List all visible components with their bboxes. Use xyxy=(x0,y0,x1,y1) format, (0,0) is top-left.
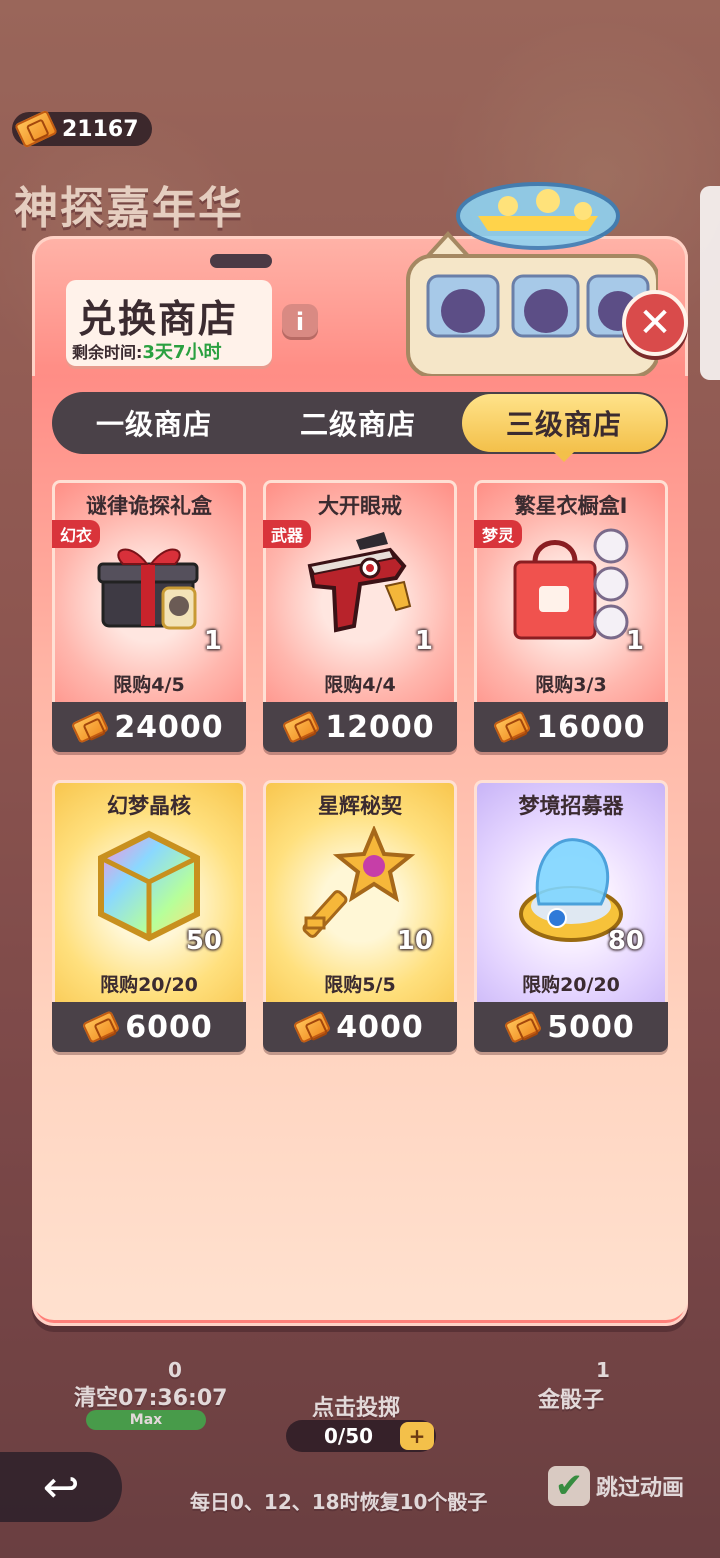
item-name: 星辉秘契 xyxy=(318,794,402,818)
item-count: 10 xyxy=(396,926,433,956)
item-price: 24000 xyxy=(114,709,224,745)
tab-level-2[interactable]: 二级商店 xyxy=(256,392,460,454)
purchase-limit: 限购4/5 xyxy=(113,674,185,696)
event-title: 神探嘉年华 xyxy=(14,183,244,234)
dice-count-pill: 0/50 + xyxy=(286,1420,436,1452)
price-bar: 6000 xyxy=(52,1002,246,1052)
ticket-icon xyxy=(504,1010,543,1044)
remaining-time: 剩余时间:3天7小时 xyxy=(72,338,221,364)
item-card[interactable]: 幻梦晶核 50 限购20/20 6000 xyxy=(52,780,246,1052)
item-count: 1 xyxy=(414,626,433,656)
item-price: 5000 xyxy=(547,1009,635,1045)
ticket-icon xyxy=(293,1010,332,1044)
item-name: 大开眼戒 xyxy=(318,494,402,518)
purchase-limit: 限购4/4 xyxy=(324,674,396,696)
clear-dice-count: 0 xyxy=(168,1358,182,1382)
side-scroll-handle[interactable] xyxy=(700,186,720,380)
close-icon: ✕ xyxy=(638,300,672,346)
dice-count: 0/50 xyxy=(324,1424,374,1448)
checkbox-icon[interactable]: ✔ xyxy=(548,1466,590,1506)
currency-display: 21167 xyxy=(12,109,152,149)
item-price: 12000 xyxy=(325,709,435,745)
item-price: 6000 xyxy=(125,1009,213,1045)
tab-level-3[interactable]: 三级商店 xyxy=(462,394,666,462)
shop-title-box: 兑换商店 剩余时间:3天7小时 xyxy=(66,280,272,366)
dice-recovery-hint: 每日0、12、18时恢复10个骰子 xyxy=(190,1490,488,1514)
pistol-icon xyxy=(307,532,412,633)
item-name: 谜律诡探礼盒 xyxy=(86,494,212,518)
price-bar: 12000 xyxy=(263,702,457,752)
item-count: 50 xyxy=(185,926,222,956)
item-count: 1 xyxy=(203,626,222,656)
item-card[interactable]: 星辉秘契 10 限购5/5 4000 xyxy=(263,780,457,1052)
price-bar: 4000 xyxy=(263,1002,457,1052)
currency-amount: 21167 xyxy=(62,116,139,142)
item-card[interactable]: 繁星衣橱盒Ⅰ 梦灵 1 限购3/3 16000 xyxy=(474,480,668,752)
gold-dice-count: 1 xyxy=(596,1358,610,1382)
purchase-limit: 限购20/20 xyxy=(522,974,620,996)
clear-timer: 清空07:36:07 xyxy=(74,1386,228,1411)
item-name: 梦境招募器 xyxy=(518,794,624,818)
item-card[interactable]: 谜律诡探礼盒 幻衣 1 限购4/5 24000 xyxy=(52,480,246,752)
ticket-icon xyxy=(71,710,110,744)
item-count: 1 xyxy=(625,626,644,656)
max-bar: Max xyxy=(86,1410,206,1430)
price-bar: 16000 xyxy=(474,702,668,752)
roll-label[interactable]: 点击投掷 xyxy=(312,1390,400,1422)
purchase-limit: 限购20/20 xyxy=(100,974,198,996)
skip-animation-toggle[interactable]: ✔ 跳过动画 xyxy=(548,1466,684,1506)
cat-van-illustration xyxy=(406,182,658,376)
ticket-icon xyxy=(493,710,532,744)
info-button[interactable]: i xyxy=(282,304,318,340)
ticket-icon xyxy=(282,710,321,744)
item-price: 16000 xyxy=(536,709,646,745)
item-name: 繁星衣橱盒Ⅰ xyxy=(514,494,628,518)
shop-title: 兑换商店 xyxy=(78,296,239,341)
ticket-icon xyxy=(14,109,58,149)
item-price: 4000 xyxy=(336,1009,424,1045)
tab-level-1[interactable]: 一级商店 xyxy=(52,392,256,454)
shop-tabs: 一级商店 二级商店 三级商店 xyxy=(52,392,668,462)
gift-box-icon xyxy=(97,548,199,630)
price-bar: 24000 xyxy=(52,702,246,752)
add-dice-button[interactable]: + xyxy=(400,1422,434,1450)
close-button[interactable]: ✕ xyxy=(622,290,688,356)
shopping-bag-icon xyxy=(513,528,629,640)
back-arrow-icon: ↩ xyxy=(42,1461,80,1513)
item-card[interactable]: 梦境招募器 80 限购20/20 5000 xyxy=(474,780,668,1052)
purchase-limit: 限购5/5 xyxy=(324,974,396,996)
purchase-limit: 限购3/3 xyxy=(535,674,607,696)
remaining-time-value: 3天7小时 xyxy=(142,342,222,363)
gold-dice-label: 金骰子 xyxy=(538,1388,605,1413)
ticket-icon xyxy=(82,1010,121,1044)
item-card[interactable]: 大开眼戒 武器 1 限购4/4 12000 xyxy=(263,480,457,752)
price-bar: 5000 xyxy=(474,1002,668,1052)
remaining-time-label: 剩余时间: xyxy=(72,343,143,362)
item-count: 80 xyxy=(607,926,644,956)
back-button[interactable]: ↩ xyxy=(0,1452,122,1522)
panel-clip-decoration xyxy=(210,254,272,268)
item-name: 幻梦晶核 xyxy=(107,794,191,818)
skip-animation-label: 跳过动画 xyxy=(596,1476,685,1501)
